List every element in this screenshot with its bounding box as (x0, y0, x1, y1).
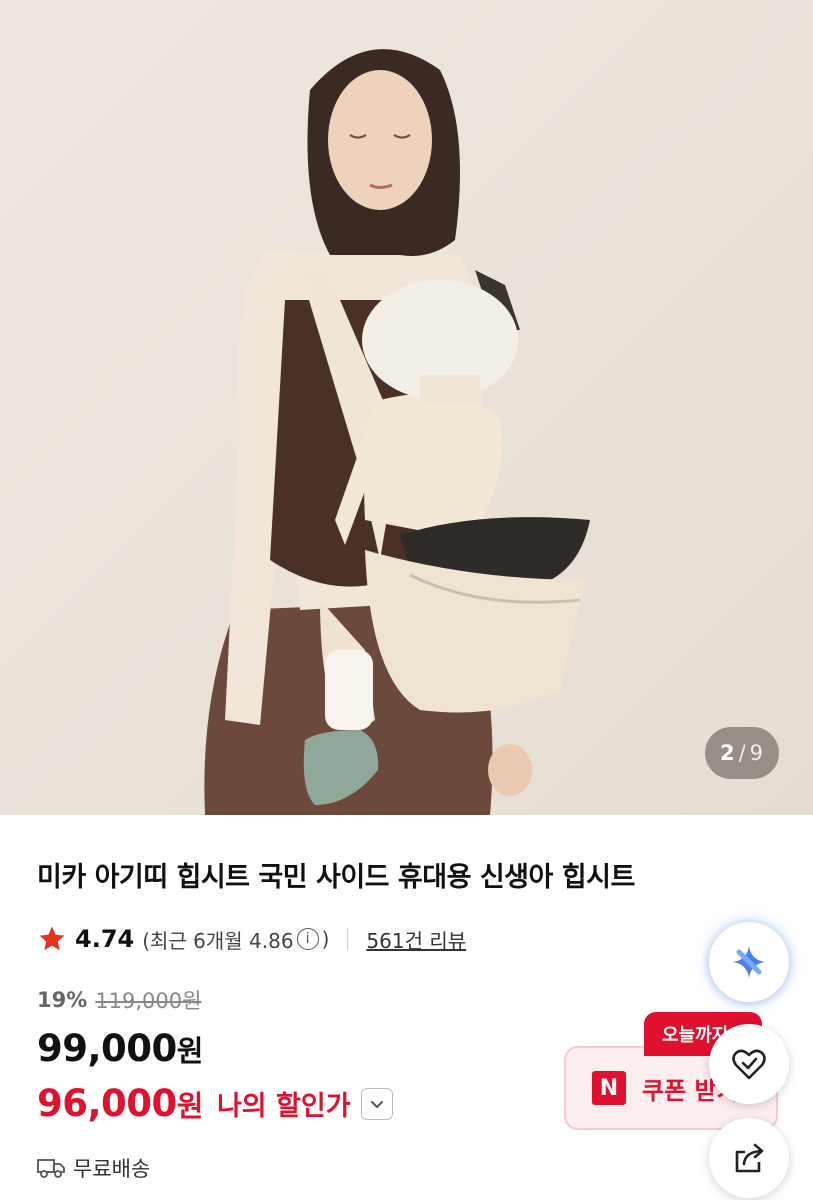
my-price-row: 96,000원 나의 할인가 (37, 1082, 393, 1125)
naver-n-badge: N (592, 1071, 626, 1105)
my-price-unit: 원 (176, 1089, 204, 1123)
image-counter-total: 9 (749, 741, 765, 765)
shipping-row: 무료배송 (37, 1153, 150, 1183)
recent-rating-text: (최근 6개월 4.86 (142, 928, 294, 953)
recent-rating-close: ) (321, 927, 330, 951)
my-price-number: 96,000 (37, 1082, 177, 1125)
image-counter: 2 / 9 (705, 727, 779, 779)
product-photo (0, 0, 813, 815)
recent-rating: (최근 6개월 4.86 i ) (142, 925, 329, 954)
my-price: 96,000원 (37, 1082, 203, 1125)
truck-icon (37, 1159, 65, 1178)
ai-sparkle-icon (733, 946, 765, 978)
original-price: 119,000원 (95, 989, 202, 1013)
my-price-dropdown-button[interactable] (360, 1087, 393, 1120)
image-counter-current: 2 (719, 741, 736, 765)
heart-check-icon (732, 1049, 766, 1080)
my-price-label: 나의 할인가 (216, 1091, 351, 1122)
rating-value: 4.74 (75, 925, 135, 953)
discount-row: 19% 119,000원 (37, 985, 201, 1015)
review-count-link[interactable]: 561건 리뷰 (366, 925, 466, 954)
image-counter-separator: / (738, 741, 747, 765)
share-button[interactable] (709, 1118, 789, 1198)
rating-row: 4.74 (최근 6개월 4.86 i ) 561건 리뷰 (37, 922, 466, 956)
shipping-label: 무료배송 (73, 1157, 151, 1181)
chevron-down-icon (370, 1100, 383, 1108)
discount-rate: 19% (37, 988, 88, 1012)
like-button[interactable] (709, 1024, 789, 1104)
sale-price: 99,000원 (37, 1027, 203, 1070)
share-icon (735, 1143, 764, 1173)
sale-price-unit: 원 (176, 1034, 204, 1068)
sale-price-number: 99,000 (37, 1027, 177, 1070)
product-title: 미카 아기띠 힙시트 국민 사이드 휴대용 신생아 힙시트 (37, 862, 635, 893)
product-image-gallery[interactable]: 2 / 9 (0, 0, 813, 815)
ai-assistant-button[interactable] (709, 922, 789, 1002)
info-icon[interactable]: i (296, 928, 319, 950)
divider (347, 928, 349, 950)
star-icon (39, 926, 65, 951)
